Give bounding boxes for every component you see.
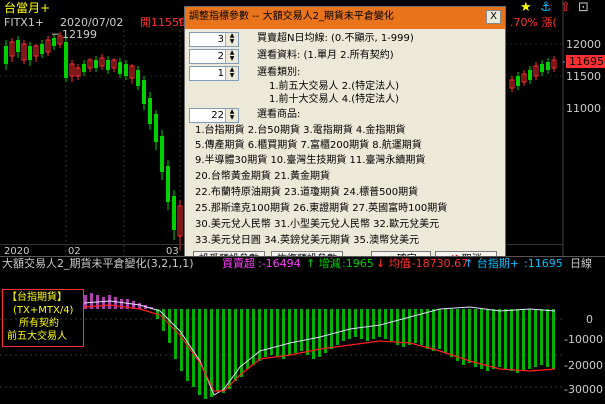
param-ma-value[interactable]: 3 bbox=[218, 34, 224, 46]
ind-y-tick-30000: -30000 bbox=[564, 383, 603, 396]
futures-label: ↑ 台指期+ bbox=[464, 257, 519, 270]
product-line-2: 5.傳產期貨 6.櫃買期貨 7.富櫃200期貨 8.航運期貨 bbox=[195, 140, 422, 151]
param-data-label: 選看資料: (1.單月 2.所有契約) bbox=[257, 50, 394, 61]
param-category-value[interactable]: 1 bbox=[218, 68, 224, 80]
product-line-5: 22.布蘭特原油期貨 23.道瓊期貨 24.標普500期貨 bbox=[195, 187, 419, 198]
product-line-1: 1.台指期貨 2.台50期貨 3.電指期貨 4.金指期貨 bbox=[195, 125, 406, 136]
change-value: :1965 bbox=[342, 257, 374, 270]
y-tick-11500: 11500 bbox=[566, 70, 601, 83]
ind-y-tick-20000: -20000 bbox=[564, 359, 603, 372]
product-line-6: 25.那斯達克100期貨 26.東證期貨 27.英國富時100期貨 bbox=[195, 203, 448, 214]
buy-sell-label: 買賣超 bbox=[222, 257, 255, 270]
anchor-icon[interactable]: ⚓ bbox=[540, 1, 552, 14]
info-right: .70% 漲( bbox=[510, 16, 557, 29]
avg-label: ↓ 均值 bbox=[376, 257, 411, 270]
param-spin-data[interactable]: 2 ▲ ▼ bbox=[189, 49, 239, 64]
marker-value: 12199 bbox=[62, 28, 97, 41]
dialog-close-button[interactable]: X bbox=[486, 10, 501, 24]
y-tick-12000: 12000 bbox=[566, 38, 601, 51]
ind-y-tick-10000: -10000 bbox=[564, 333, 603, 346]
futures-value: :11695 bbox=[524, 257, 563, 270]
product-line-7: 30.美元兌人民幣 31.小型美元兌人民幣 32.歐元兌美元 bbox=[195, 219, 440, 230]
top-chart-title: 台當月+ bbox=[4, 1, 51, 15]
spin-arrows-icon[interactable]: ▲ ▼ bbox=[225, 33, 238, 46]
param-product-value[interactable]: 22 bbox=[211, 110, 224, 122]
param-data-value[interactable]: 2 bbox=[218, 51, 224, 63]
param-spin-ma[interactable]: 3 ▲ ▼ bbox=[189, 32, 239, 47]
dialog-title: 調整指標參數 -- 大額交易人2_期貨未平倉變化 bbox=[189, 11, 394, 22]
param-spin-product[interactable]: 22 ▲ ▼ bbox=[189, 108, 239, 123]
spin-arrows-icon[interactable]: ▲ ▼ bbox=[225, 109, 238, 122]
param-category-label: 選看類別: bbox=[257, 67, 301, 78]
buy-sell-value: :-16494 bbox=[258, 257, 301, 270]
indicator-panel[interactable]: 大額交易人2_期貨未平倉變化(3,2,1,1) 買賣超 :-16494 ↑ 增減… bbox=[0, 256, 605, 404]
category-option-2: 1.前十大交易人 4.(特定法人) bbox=[269, 94, 400, 105]
price-tag: 11695 bbox=[566, 55, 605, 68]
product-line-8: 33.美元兌日圓 34.英鎊兌美元期貨 35.澳幣兌美元 bbox=[195, 235, 420, 246]
category-option-1: 1.前五大交易人 2.(特定法人) bbox=[269, 81, 400, 92]
indicator-params-dialog[interactable]: 調整指標參數 -- 大額交易人2_期貨未平倉變化 X 3 ▲ ▼ 買賣超N日均線:… bbox=[184, 6, 506, 269]
indicator-chart bbox=[0, 293, 563, 399]
candlesticks-left bbox=[4, 32, 183, 250]
product-line-3: 9.半導體30期貨 10.臺灣生技期貨 11.臺灣永續期貨 bbox=[195, 155, 426, 166]
avg-value: :-18730.67 bbox=[408, 257, 469, 270]
spin-arrows-icon[interactable]: ▲ ▼ bbox=[225, 50, 238, 63]
dialog-title-bar[interactable]: 調整指標參數 -- 大額交易人2_期貨未平倉變化 X bbox=[185, 7, 505, 29]
info-symbol: FITX1+ bbox=[4, 16, 45, 29]
indicator-header: 大額交易人2_期貨未平倉變化(3,2,1,1) 買賣超 :-16494 ↑ 增減… bbox=[0, 257, 563, 271]
marker-arrow: ─ bbox=[52, 28, 59, 41]
y-tick-11000: 11000 bbox=[566, 102, 601, 115]
histogram-negative bbox=[156, 309, 555, 399]
lock-icon[interactable]: ⊡ bbox=[578, 1, 589, 14]
ind-y-tick-0: 0 bbox=[586, 313, 593, 326]
period-label[interactable]: 日線 bbox=[570, 257, 592, 270]
indicator-title: 大額交易人2_期貨未平倉變化(3,2,1,1) bbox=[2, 257, 194, 270]
param-product-label: 選看商品: bbox=[257, 109, 301, 120]
spin-arrows-icon[interactable]: ▲ ▼ bbox=[225, 67, 238, 80]
param-ma-label: 買賣超N日均線: (0.不顯示, 1-999) bbox=[257, 33, 414, 44]
scroll-up-icon[interactable]: ⇧ bbox=[560, 1, 571, 14]
param-spin-category[interactable]: 1 ▲ ▼ bbox=[189, 66, 239, 81]
change-label: ↑ 增減 bbox=[306, 257, 341, 270]
star-icon[interactable]: ★ bbox=[520, 1, 532, 14]
candlesticks-right bbox=[509, 56, 557, 92]
product-line-4: 20.台幣黃金期貨 21.黃金期貨 bbox=[195, 171, 330, 182]
